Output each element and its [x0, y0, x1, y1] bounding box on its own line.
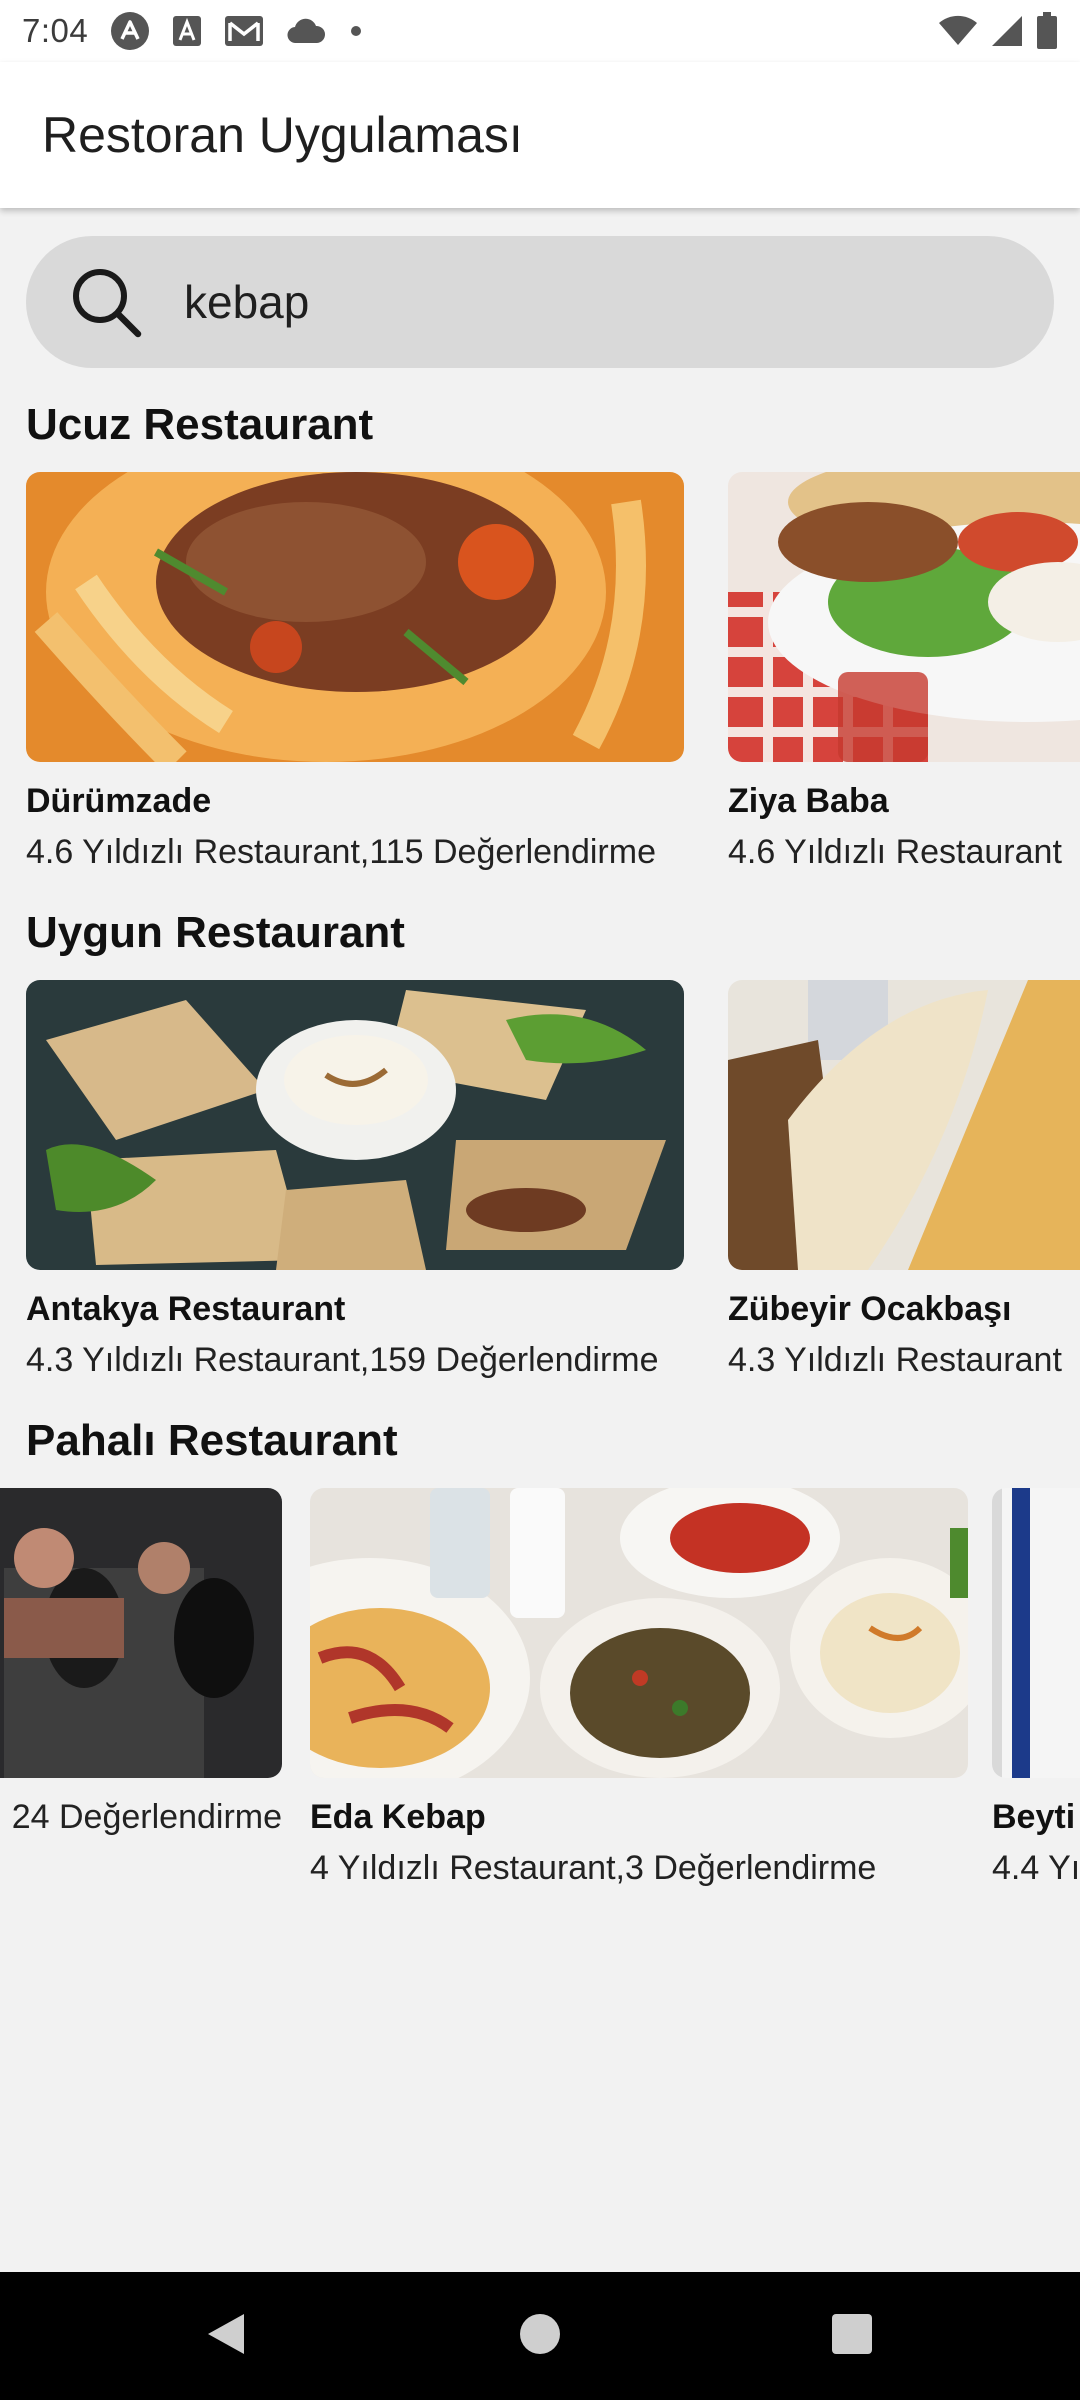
home-icon [518, 2312, 562, 2361]
signal-icon [990, 14, 1024, 48]
search-icon[interactable] [68, 264, 144, 340]
restaurant-row-uygun[interactable]: Antakya Restaurant 4.3 Yıldızlı Restaura… [0, 980, 1080, 1400]
recents-icon [830, 2312, 874, 2361]
restaurant-image[interactable] [992, 1488, 1080, 1778]
gmail-icon [224, 15, 264, 47]
restaurant-info: 4.3 Yıldızlı Restaurant,159 Değerlendirm… [26, 1341, 659, 1379]
status-bar: 7:04 [0, 0, 1080, 62]
restaurant-name: Zübeyir Ocakbaşı [728, 1290, 1012, 1328]
restaurant-info: 4 Yıldızlı Restaurant,3 Değerlendirme [310, 1849, 877, 1887]
restaurant-card[interactable]: Zübeyir Ocakbaşı 4.3 Yıldızlı Restaurant [728, 980, 1080, 1380]
text-a-icon [172, 15, 202, 47]
restaurant-card[interactable]: Antakya Restaurant 4.3 Yıldızlı Restaura… [26, 980, 684, 1380]
arc-icon [110, 11, 150, 51]
restaurant-info: 4.3 Yıldızlı Restaurant [728, 1341, 1062, 1379]
restaurant-card[interactable]: Eda Kebap 4 Yıldızlı Restaurant,3 Değerl… [310, 1488, 968, 1888]
restaurant-image[interactable] [26, 980, 684, 1270]
restaurant-info: 4.6 Yıldızlı Restaurant [728, 833, 1062, 871]
status-left: 7:04 [22, 11, 364, 51]
restaurant-card[interactable]: Ziya Baba 4.6 Yıldızlı Restaurant [728, 472, 1080, 872]
section-title-pahali: Pahalı Restaurant [26, 1416, 398, 1465]
recents-button[interactable] [792, 2272, 912, 2400]
restaurant-info: 4.4 Yı [992, 1849, 1080, 1887]
wifi-icon [938, 15, 978, 47]
restaurant-row-pahali[interactable]: 24 Değerlendirme Eda Kebap 4 Yıldızlı Re… [0, 1488, 1080, 1908]
main-content[interactable]: kebap Ucuz Restaurant Dürümzade 4.6 Yıld… [0, 208, 1080, 2272]
search-input[interactable]: kebap [184, 275, 309, 329]
restaurant-name: Ziya Baba [728, 782, 889, 820]
restaurant-image[interactable] [310, 1488, 968, 1778]
section-title-uygun: Uygun Restaurant [26, 908, 405, 957]
restaurant-row-ucuz[interactable]: Dürümzade 4.6 Yıldızlı Restaurant,115 De… [0, 472, 1080, 892]
search-bar[interactable]: kebap [26, 236, 1054, 368]
restaurant-info: 4.6 Yıldızlı Restaurant,115 Değerlendirm… [26, 833, 656, 871]
back-button[interactable] [166, 2272, 286, 2400]
status-time: 7:04 [22, 12, 89, 49]
app-bar: Restoran Uygulaması [0, 62, 1080, 208]
restaurant-name: Eda Kebap [310, 1798, 486, 1836]
back-icon [204, 2310, 248, 2363]
cloud-icon [286, 17, 326, 45]
battery-icon [1036, 12, 1058, 50]
restaurant-card[interactable]: Dürümzade 4.6 Yıldızlı Restaurant,115 De… [26, 472, 684, 872]
section-title-ucuz: Ucuz Restaurant [26, 400, 374, 449]
restaurant-name: Antakya Restaurant [26, 1290, 346, 1328]
restaurant-card[interactable]: 24 Değerlendirme [0, 1488, 282, 1837]
home-button[interactable] [480, 2272, 600, 2400]
restaurant-name: Beyti [992, 1798, 1076, 1836]
app-title: Restoran Uygulaması [42, 107, 523, 163]
restaurant-image[interactable] [728, 980, 1080, 1270]
restaurant-image[interactable] [26, 472, 684, 762]
status-right [938, 12, 1058, 50]
restaurant-info: 24 Değerlendirme [11, 1798, 282, 1836]
dot-icon [348, 23, 364, 39]
restaurant-image[interactable] [0, 1488, 282, 1778]
restaurant-name: Dürümzade [26, 782, 212, 820]
restaurant-card[interactable]: Beyti 4.4 Yı [992, 1488, 1080, 1888]
restaurant-image[interactable] [728, 472, 1080, 762]
system-nav-bar [0, 2272, 1080, 2400]
